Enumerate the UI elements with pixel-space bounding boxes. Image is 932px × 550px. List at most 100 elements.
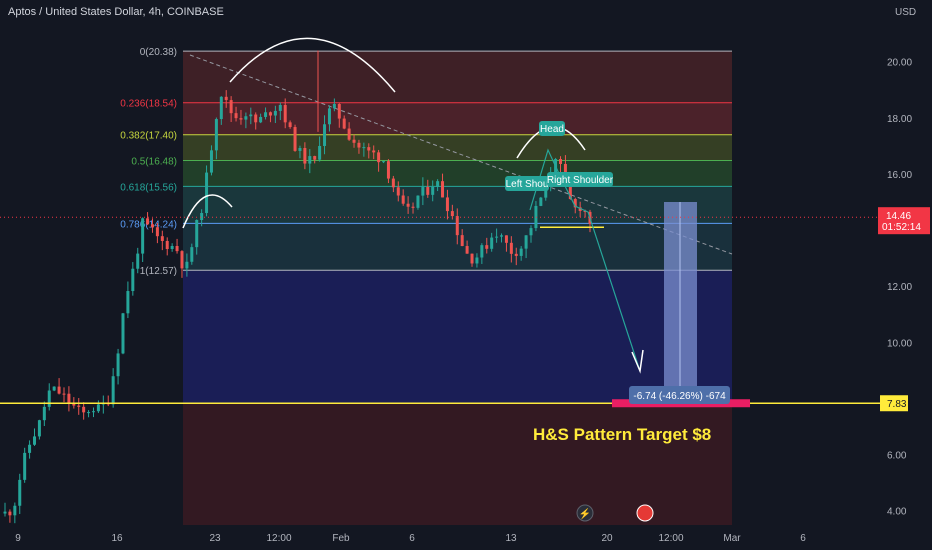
candle-body [342,118,346,129]
candle-body [450,211,454,217]
candle-body [382,161,386,163]
x-tick-label: Mar [723,533,741,544]
lightning-icon-glyph: ⚡ [579,507,591,520]
candle-body [146,218,150,225]
candle-body [500,235,504,237]
candle-body [357,142,361,148]
y-tick-label: 20.00 [887,58,912,69]
candle-body [254,114,258,123]
candle-body [411,206,415,208]
candle-body [229,100,233,114]
measure-label: -6.74 (-46.26%) -674 [633,391,726,402]
x-tick-label: 16 [111,533,123,544]
candle-body [504,235,508,243]
candle-body [214,119,218,151]
candle-body [259,116,263,123]
annotation-text: H&S Pattern Target $8 [533,425,711,444]
candle-body [352,139,356,143]
left-shoulder-label: Left Shou [506,179,549,190]
candle-body [239,118,243,120]
candle-body [195,220,199,248]
candle-body [3,511,7,514]
candle-body [268,112,272,116]
candle-body [141,218,145,254]
candle-body [495,236,499,238]
fib-label: 0.5(16.48) [131,157,177,168]
x-tick-label: 12:00 [658,533,683,544]
price-chart[interactable]: 0(20.38) 0.236(18.54) 0.382(17.40) 0.5(16.4… [0,0,932,550]
candle-body [28,444,32,453]
y-tick-label: 18.00 [887,114,912,125]
fib-label: 0(20.38) [140,47,177,58]
candle-body [170,245,174,250]
x-tick-label: 12:00 [266,533,291,544]
candle-body [155,227,159,237]
candle-body [559,159,563,164]
candle-body [313,156,317,160]
candle-body [224,96,228,101]
candle-body [386,161,390,179]
candle-body [91,411,95,413]
candle-body [485,245,489,249]
candle-body [200,213,204,221]
candle-body [150,224,154,228]
candle-body [82,406,86,413]
candle-body [436,181,440,187]
price-axis[interactable] [880,0,932,550]
candle-body [490,237,494,249]
x-tick-label: 9 [15,533,21,544]
candle-body [396,187,400,196]
candle-body [264,112,268,117]
candle-body [391,178,395,188]
candle-body [244,116,248,120]
candle-body [136,253,140,269]
candle-body [121,313,125,354]
candle-body [475,257,479,264]
x-tick-label: 20 [601,533,613,544]
candle-body [37,420,41,437]
candle-body [52,386,56,391]
candle-body [377,152,381,163]
candle-body [126,291,130,314]
candle-body [416,195,420,208]
y-tick-label: 16.00 [887,170,912,181]
candle-body [367,147,371,151]
candle-body [362,147,366,149]
candle-body [327,108,331,125]
y-tick-label: 6.00 [887,451,907,462]
candle-body [42,406,46,421]
candle-body [519,248,523,256]
fib-zone [183,134,732,161]
candle-body [455,216,459,236]
fib-zone [183,160,732,187]
time-axis[interactable] [0,525,880,550]
candle-body [96,404,100,412]
candle-body [249,114,253,117]
y-tick-label: 4.00 [887,507,907,518]
candle-body [426,187,430,195]
candle-body [32,436,36,445]
candle-body [175,245,179,252]
candle-body [308,156,312,164]
candle-body [234,113,238,119]
candle-body [273,110,277,116]
candle-body [209,150,213,173]
candle-body [283,104,287,123]
candle-body [180,251,184,269]
fib-label: 0.382(17.40) [120,131,177,142]
candle-body [318,145,322,160]
us-flag-icon[interactable] [636,504,654,522]
candle-body [293,127,297,151]
chart-title: Aptos / United States Dollar, 4h, COINBA… [8,6,224,18]
candle-body [131,268,135,292]
candle-body [116,353,120,377]
candle-body [514,253,518,256]
candle-body [288,122,292,128]
candle-body [323,124,327,146]
candle-body [401,195,405,204]
stop-zone [183,270,732,404]
candle-body [160,236,164,241]
candle-body [372,150,376,153]
candle-body [205,172,209,214]
candle-body [298,147,302,151]
